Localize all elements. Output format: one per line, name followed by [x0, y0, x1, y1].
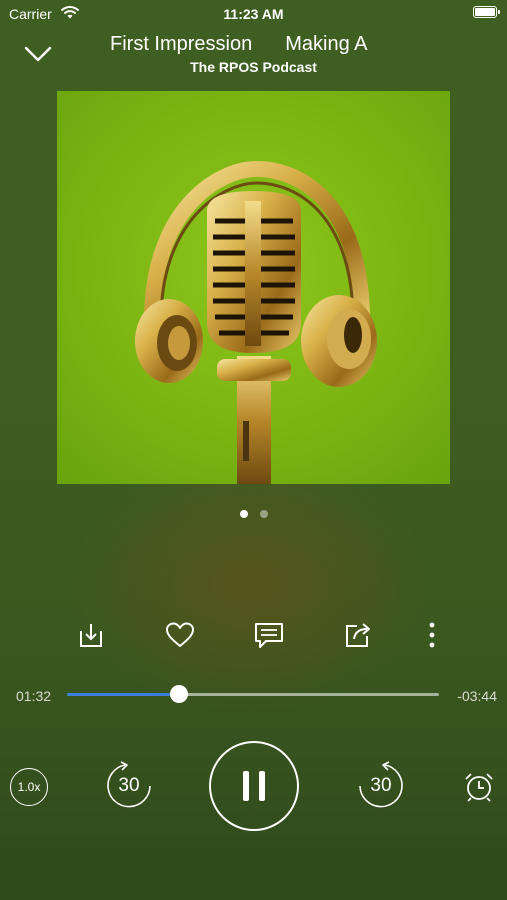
more-icon: [429, 622, 435, 648]
episode-title-marquee: First Impression Making A: [110, 33, 507, 57]
share-icon: [346, 623, 370, 647]
pause-button[interactable]: [209, 741, 299, 831]
elapsed-time: 01:32: [16, 688, 52, 704]
skip-forward-seconds: 30: [370, 775, 392, 796]
skip-back-button[interactable]: 30: [104, 761, 154, 811]
skip-back-seconds: 30: [118, 775, 140, 796]
share-button[interactable]: [341, 618, 375, 652]
progress-fill: [67, 693, 179, 696]
pager-dot-active[interactable]: [239, 510, 248, 518]
favorite-button[interactable]: [163, 618, 197, 652]
episode-title-part: Making A: [285, 33, 368, 55]
playback-speed-label: 1.0x: [17, 780, 41, 794]
podcast-name: The RPOS Podcast: [190, 59, 317, 75]
playback-progress-bar[interactable]: [67, 685, 439, 703]
alarm-clock-icon: [465, 773, 493, 802]
artwork-pager[interactable]: [0, 505, 507, 523]
battery-level: [475, 8, 495, 16]
progress-thumb[interactable]: [169, 685, 188, 703]
comments-icon: [255, 623, 283, 648]
pager-dot[interactable]: [259, 510, 268, 518]
status-time: 11:23 AM: [223, 6, 284, 22]
microphone-headphones-image: [135, 160, 377, 484]
episode-title-part: First Impression: [110, 33, 253, 55]
episode-artwork[interactable]: [57, 91, 450, 484]
remaining-time: -03:44: [457, 688, 497, 704]
playback-speed-button[interactable]: 1.0x: [10, 768, 48, 806]
comments-button[interactable]: [252, 618, 286, 652]
more-options-button[interactable]: [415, 618, 449, 652]
episode-actions: [0, 618, 507, 652]
status-bar: Carrier 11:23 AM: [0, 0, 507, 28]
skip-forward-button[interactable]: 30: [356, 761, 406, 811]
download-button[interactable]: [74, 618, 108, 652]
battery-icon: [473, 6, 500, 18]
download-icon: [80, 624, 102, 647]
heart-icon: [166, 622, 194, 647]
sleep-timer-button[interactable]: [462, 770, 496, 804]
pause-icon: [243, 771, 265, 801]
